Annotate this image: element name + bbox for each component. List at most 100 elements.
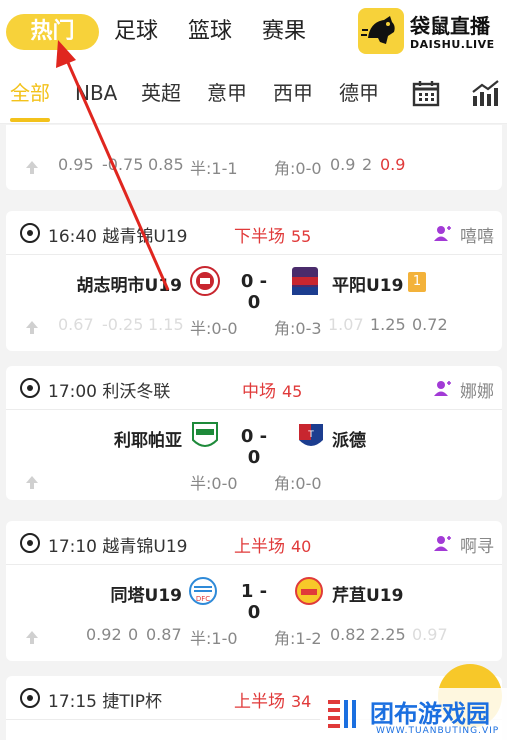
odds-value: 0.92 [86, 625, 122, 644]
odds-value: 1.25 [370, 315, 406, 334]
tab-results[interactable]: 赛果 [262, 14, 306, 50]
tab-football[interactable]: 足球 [114, 14, 158, 50]
active-tab-indicator [10, 118, 50, 122]
match-list[interactable]: 0.95 -0.75 0.85 半:1-1 角:0-0 0.9 2 0.9 16… [0, 125, 507, 740]
odds-value: 0.85 [148, 155, 184, 174]
match-minute: 34 [291, 692, 312, 711]
corner-score: 角:1-2 [274, 629, 322, 648]
anchor-user-icon [434, 226, 451, 241]
home-team-crest-icon [192, 422, 218, 447]
anchor-name[interactable]: 啊寻 [460, 532, 494, 557]
pin-top-icon[interactable] [24, 474, 40, 490]
corner-score: 角:0-3 [274, 319, 322, 338]
watermark-logo-icon [328, 700, 356, 728]
odds-row: 半:0-0 角:0-0 [6, 470, 502, 494]
odds-value: 0.97 [412, 625, 448, 644]
match-score: 0 - 0 [240, 426, 268, 468]
app-root: 热门 足球 篮球 赛果 袋鼠直播 DAISHU.LIVE 全部 NBA 英超 意… [0, 0, 507, 740]
match-header: 17:10 越青锦U19 上半场 40 啊寻 [6, 521, 502, 565]
pin-top-icon[interactable] [24, 319, 40, 335]
corner-score: 角:0-0 [274, 159, 322, 178]
half-score: 半:1-0 [190, 629, 238, 648]
odds-value: 1.07 [328, 315, 364, 334]
match-minute: 55 [291, 227, 312, 246]
odds-value: 0.95 [58, 155, 94, 174]
calendar-icon[interactable] [411, 78, 441, 108]
match-header: 17:00 利沃冬联 中场 45 娜娜 [6, 366, 502, 410]
watermark-text: 团布游戏园 [370, 700, 490, 728]
match-minute: 40 [291, 537, 312, 556]
away-team: 派德 [332, 431, 366, 451]
tab-basketball[interactable]: 篮球 [188, 14, 232, 50]
league-nav: 全部 NBA 英超 意甲 西甲 德甲 [0, 64, 507, 124]
home-team: 同塔U19 [110, 586, 182, 606]
odds-row: 0.92 0 0.87 半:1-0 角:1-2 0.82 2.25 0.97 [6, 625, 502, 649]
odds-value: 1.15 [148, 315, 184, 334]
match-card[interactable]: 16:40 越青锦U19 下半场 55 嘻嘻 胡志明市U19 0 - 0 平阳U1… [6, 211, 502, 351]
pin-top-icon[interactable] [24, 159, 40, 175]
anchor-name[interactable]: 娜娜 [460, 377, 494, 402]
away-team-crest-icon [292, 267, 318, 295]
odds-value: -0.75 [102, 155, 144, 174]
half-score: 半:0-0 [190, 319, 238, 338]
top-nav: 热门 足球 篮球 赛果 袋鼠直播 DAISHU.LIVE [0, 0, 507, 64]
stats-chart-icon[interactable] [470, 78, 500, 108]
odds-value: 0.9 [330, 155, 356, 174]
tab-serie-a[interactable]: 意甲 [207, 81, 247, 105]
match-score: 1 - 0 [240, 581, 268, 623]
football-icon [20, 533, 40, 553]
app-logo: 袋鼠直播 DAISHU.LIVE [358, 8, 498, 54]
match-time-league: 17:00 利沃冬联 [48, 382, 171, 402]
match-score: 0 - 0 [240, 271, 268, 313]
yellow-card-badge: 1 [408, 272, 426, 292]
home-team: 胡志明市U19 [76, 276, 182, 296]
odds-value: 0.87 [146, 625, 182, 644]
football-icon [20, 378, 40, 398]
match-card[interactable]: 17:00 利沃冬联 中场 45 娜娜 利耶帕亚 0 - 0 T 派德 半:0-0… [6, 366, 502, 500]
logo-text: 袋鼠直播 [410, 14, 490, 38]
match-minute: 45 [282, 382, 303, 401]
tab-nba[interactable]: NBA [75, 81, 117, 105]
home-team-crest-icon: DFC [189, 577, 217, 605]
odds-value: 0 [128, 625, 139, 644]
tab-all[interactable]: 全部 [10, 81, 50, 105]
corner-score: 角:0-0 [274, 474, 322, 493]
away-team: 平阳U19 [332, 276, 404, 296]
odds-value: 0.9 [380, 155, 406, 174]
anchor-user-icon [434, 381, 451, 396]
match-time-league: 17:15 捷TIP杯 [48, 692, 163, 712]
match-time-league: 17:10 越青锦U19 [48, 537, 188, 557]
away-team: 芹苴U19 [332, 586, 404, 606]
kangaroo-logo-icon [358, 8, 404, 54]
match-header: 16:40 越青锦U19 下半场 55 嘻嘻 [6, 211, 502, 255]
tab-premier-league[interactable]: 英超 [141, 81, 181, 105]
tab-hot[interactable]: 热门 [6, 14, 99, 50]
odds-row: 0.95 -0.75 0.85 半:1-1 角:0-0 0.9 2 0.9 [6, 155, 502, 179]
anchor-user-icon [434, 536, 451, 551]
anchor-name[interactable]: 嘻嘻 [460, 222, 494, 247]
match-status: 上半场 34 [234, 692, 312, 712]
match-status: 上半场 40 [234, 537, 312, 557]
half-score: 半:0-0 [190, 474, 238, 493]
home-team-crest-icon [190, 266, 220, 296]
match-card[interactable]: 17:10 越青锦U19 上半场 40 啊寻 同塔U19 DFC 1 - 0 芹苴… [6, 521, 502, 661]
pin-top-icon[interactable] [24, 629, 40, 645]
odds-value: 0.72 [412, 315, 448, 334]
tab-bundesliga[interactable]: 德甲 [339, 81, 379, 105]
svg-text:T: T [307, 430, 314, 440]
watermark: 团布游戏园 WWW.TUANBUTING.VIP [320, 688, 507, 740]
match-status: 下半场 55 [234, 227, 312, 247]
match-time-league: 16:40 越青锦U19 [48, 227, 188, 247]
odds-row: 0.67 -0.25 1.15 半:0-0 角:0-3 1.07 1.25 0.… [6, 315, 502, 339]
away-team-crest-icon: T [299, 424, 323, 446]
match-status: 中场 45 [242, 382, 303, 402]
match-card-partial[interactable]: 0.95 -0.75 0.85 半:1-1 角:0-0 0.9 2 0.9 [6, 125, 502, 190]
svg-text:DFC: DFC [196, 595, 210, 603]
tab-la-liga[interactable]: 西甲 [273, 81, 313, 105]
half-score: 半:1-1 [190, 159, 238, 178]
home-team: 利耶帕亚 [114, 431, 182, 451]
logo-subtext: DAISHU.LIVE [410, 38, 495, 51]
watermark-url: WWW.TUANBUTING.VIP [376, 726, 500, 736]
odds-value: 2 [362, 155, 373, 174]
football-icon [20, 688, 40, 708]
